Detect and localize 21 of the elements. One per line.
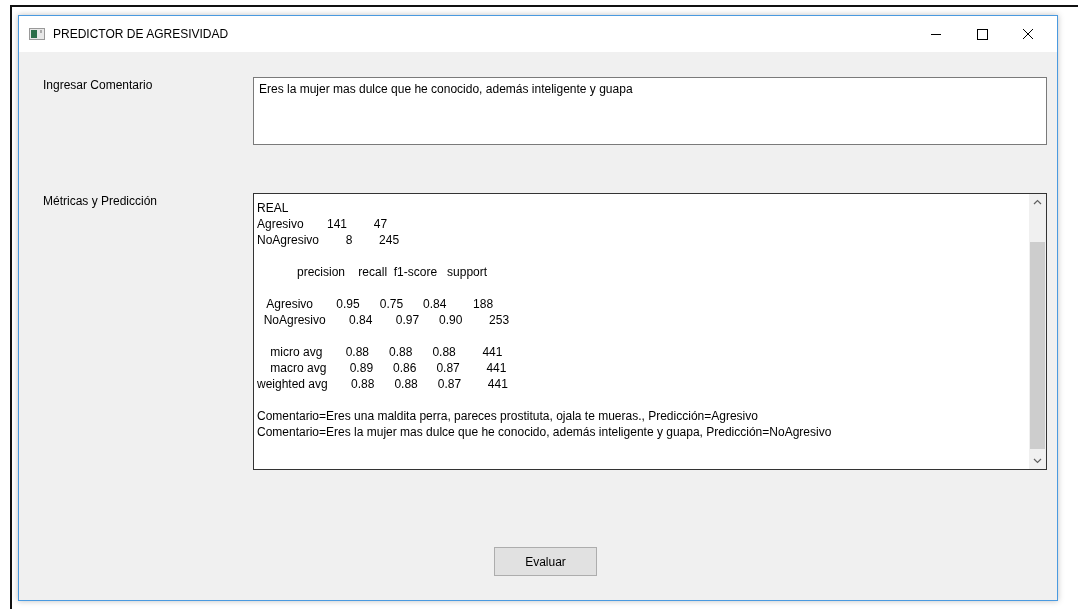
comment-label: Ingresar Comentario: [43, 77, 154, 94]
output-line: REAL: [257, 200, 289, 216]
output-line: Agresivo 0.95 0.75 0.84 188: [265, 296, 494, 312]
metrics-label: Métricas y Predicción: [43, 193, 159, 210]
window-title: PREDICTOR DE AGRESIVIDAD: [53, 27, 230, 41]
output-line: NoAgresivo 0.84 0.97 0.90 253: [262, 312, 510, 328]
output-line: NoAgresivo 8 245: [257, 232, 400, 248]
maximize-icon: [976, 28, 988, 40]
output-line: Comentario=Eres una maldita perra, pareces prostituta, ojala te mueras., Predicción=Agresivo: [257, 408, 758, 424]
comment-field[interactable]: Eres la mujer mas dulce que he conocido, además inteligente y guapa: [253, 77, 1047, 145]
close-icon: [1022, 28, 1034, 40]
output-line: precision recall f1-score support: [296, 264, 488, 280]
evaluate-button[interactable]: Evaluar: [494, 547, 597, 576]
app-icon: [29, 28, 45, 40]
output-text-area[interactable]: [253, 193, 1047, 470]
output-line: weighted avg 0.88 0.88 0.87 441: [257, 376, 508, 392]
output-line: micro avg 0.88 0.88 0.88 441: [269, 344, 503, 360]
output-line: macro avg 0.89 0.86 0.87 441: [269, 360, 507, 376]
output-line: Agresivo 141 47: [257, 216, 388, 232]
output-line: Comentario=Eres la mujer mas dulce que he conocido, además inteligente y guapa, Predicción=NoAgresivo: [257, 424, 832, 440]
scrollbar[interactable]: [1029, 194, 1046, 469]
